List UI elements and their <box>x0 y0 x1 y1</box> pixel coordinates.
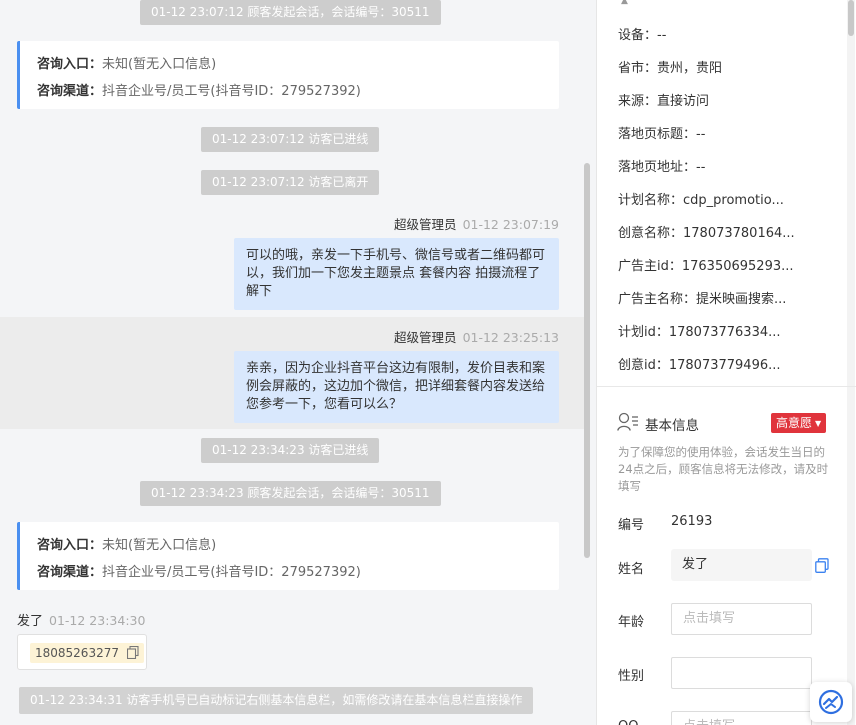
phone-chip[interactable]: 18085263277 <box>30 643 144 663</box>
message-time: 01-12 23:25:13 <box>462 330 559 345</box>
info-advertiser-name: 广告主名称：提米映画搜索... <box>618 292 787 307</box>
info-region: 省市：贵州，贵阳 <box>618 61 723 76</box>
info-creative-id: 创意id：178073779496... <box>618 358 781 373</box>
section-title: 基本信息 <box>645 418 699 434</box>
info-edit-note: 为了保障您的使用体验，会话发生当日的24点之后，顾客信息将无法修改，请及时填写 <box>618 445 829 493</box>
name-field[interactable]: 发了 <box>671 549 812 581</box>
phone-number: 18085263277 <box>35 646 119 660</box>
message-bubble: 可以的哦，亲发一下手机号、微信号或者二维码都可以，我们加一下您发主题景点 套餐内… <box>234 238 559 310</box>
age-input[interactable]: 点击填写 <box>671 603 812 635</box>
consult-entry-value: 未知(暂无入口信息) <box>102 538 217 553</box>
qq-input[interactable]: 点击填写 <box>671 711 812 725</box>
consult-channel-label: 咨询渠道： <box>37 565 103 580</box>
info-plan-id: 计划id：178073776334... <box>618 325 781 340</box>
name-label: 姓名 <box>618 562 645 577</box>
consult-channel-row: 咨询渠道：抖音企业号/员工号(抖音号ID：279527392) <box>37 78 559 105</box>
system-message: 01-12 23:34:31 访客手机号已自动标记右侧基本信息栏，如需修改请在基… <box>19 687 534 714</box>
gender-select[interactable] <box>671 657 812 689</box>
customer-service-button[interactable] <box>810 682 852 722</box>
info-creative-name: 创意名称：178073780164... <box>618 226 795 241</box>
info-landing-url: 落地页地址：-- <box>618 160 706 175</box>
system-message: 01-12 23:07:12 访客已离开 <box>201 170 380 195</box>
customer-info-panel: ▲ 设备：-- 省市：贵州，贵阳 来源：直接访问 落地页标题：-- 落地页地址：… <box>596 0 856 725</box>
user-info-icon <box>617 412 638 431</box>
phone-message-bubble: 18085263277 <box>17 634 147 670</box>
section-divider <box>597 386 856 387</box>
sender-name: 超级管理员 <box>394 217 457 232</box>
consult-channel-row: 咨询渠道：抖音企业号/员工号(抖音号ID：279527392) <box>37 559 559 586</box>
assistant-logo-icon <box>818 689 844 715</box>
info-advertiser-id: 广告主id：176350695293... <box>618 259 794 274</box>
chevron-up-icon[interactable]: ▲ <box>621 0 628 6</box>
info-source: 来源：直接访问 <box>618 94 710 109</box>
chat-panel: 01-12 23:07:12 顾客发起会话，会话编号：30511 咨询入口：未知… <box>0 0 596 725</box>
system-message: 01-12 23:34:23 访客已进线 <box>201 438 380 463</box>
gender-label: 性别 <box>618 669 645 684</box>
visitor-message-sender: 发了 01-12 23:34:30 <box>17 610 145 629</box>
consult-info-card: 咨询入口：未知(暂无入口信息) 咨询渠道：抖音企业号/员工号(抖音号ID：279… <box>17 522 559 590</box>
copy-icon[interactable] <box>815 558 829 573</box>
intent-badge-label: 高意愿 <box>776 416 813 430</box>
info-landing-title: 落地页标题：-- <box>618 127 706 142</box>
message-bubble: 亲亲，因为企业抖音平台这边有限制，发价目表和案例会屏蔽的，这边加个微信，把详细套… <box>234 351 559 423</box>
consult-entry-label: 咨询入口： <box>37 57 103 72</box>
consult-channel-value: 抖音企业号/员工号(抖音号ID：279527392) <box>102 565 361 580</box>
chat-scrollbar[interactable] <box>584 163 590 558</box>
system-message: 01-12 23:07:12 访客已进线 <box>201 127 380 152</box>
intent-dropdown[interactable]: 高意愿 ▼ <box>771 413 827 433</box>
caret-down-icon: ▼ <box>815 419 822 428</box>
copy-icon[interactable] <box>126 645 139 660</box>
id-label: 编号 <box>618 518 645 533</box>
info-device: 设备：-- <box>618 28 667 43</box>
info-scrollbar[interactable] <box>848 0 854 36</box>
message-sender: 超级管理员 01-12 23:25:13 <box>394 327 559 346</box>
message-sender: 超级管理员 01-12 23:07:19 <box>394 214 559 233</box>
consult-entry-value: 未知(暂无入口信息) <box>102 57 217 72</box>
info-plan-name: 计划名称：cdp_promotio... <box>618 193 784 208</box>
qq-label: QQ <box>618 719 638 725</box>
consult-entry-row: 咨询入口：未知(暂无入口信息) <box>37 532 559 559</box>
info-scroll-track[interactable] <box>847 0 855 725</box>
consult-channel-value: 抖音企业号/员工号(抖音号ID：279527392) <box>102 84 361 99</box>
sender-name: 发了 <box>17 614 44 629</box>
sender-name: 超级管理员 <box>394 330 457 345</box>
message-time: 01-12 23:34:30 <box>49 613 146 628</box>
consult-info-card: 咨询入口：未知(暂无入口信息) 咨询渠道：抖音企业号/员工号(抖音号ID：279… <box>17 41 559 109</box>
id-value: 26193 <box>671 514 713 529</box>
consult-entry-row: 咨询入口：未知(暂无入口信息) <box>37 51 559 78</box>
age-label: 年龄 <box>618 615 645 630</box>
system-message: 01-12 23:07:12 顾客发起会话，会话编号：30511 <box>140 0 441 25</box>
message-time: 01-12 23:07:19 <box>462 217 559 232</box>
system-message: 01-12 23:34:23 顾客发起会话，会话编号：30511 <box>140 481 441 506</box>
consult-entry-label: 咨询入口： <box>37 538 103 553</box>
consult-channel-label: 咨询渠道： <box>37 84 103 99</box>
